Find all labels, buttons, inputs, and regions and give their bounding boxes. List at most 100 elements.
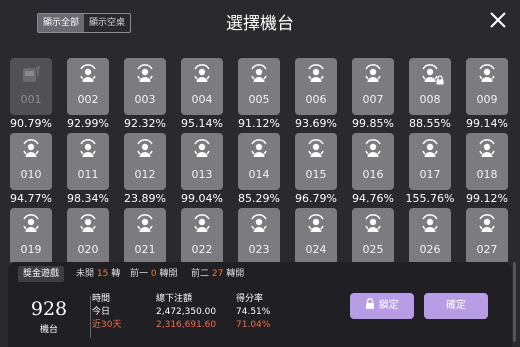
prev2-info: 前二 27 轉開 [191,266,244,282]
lock-button[interactable]: 鎖定 [350,293,414,319]
machine-card[interactable]: 018 [466,133,508,190]
machine-percent: 96.79% [295,192,337,205]
lock-button-label: 鎖定 [378,300,399,311]
machine-card[interactable]: 004 [181,58,223,115]
user-icon [251,139,267,157]
prev1-label: 前一 [130,269,149,279]
lock-icon [366,298,375,309]
machine-card[interactable]: 010 [10,133,52,190]
user-icon [365,64,381,82]
machine-percent: 99.14% [466,117,508,130]
machine-number: 027 [476,243,498,256]
info-panel: 獎金遊戲 未開 15 轉 前一 0 轉開 前二 27 轉開 928 機台 時間 … [8,262,512,347]
machine-card[interactable]: 019 [10,208,52,265]
machine-card[interactable]: 014 [238,133,280,190]
user-icon [308,64,324,82]
machine-card[interactable]: 023 [238,208,280,265]
machine-card[interactable]: 008 [409,58,451,115]
user-icon [251,214,267,232]
unopened-info: 未開 15 轉 [76,266,120,282]
machine-card[interactable]: 009 [466,58,508,115]
confirm-button[interactable]: 確定 [424,293,488,319]
machine-percent: 92.99% [67,117,109,130]
top-bar: 顯示全部 顯示空桌 選擇機台 [0,0,520,44]
col-time: 時間 今日 近30天 [92,293,121,332]
user-icon [194,214,210,232]
machine-number: 020 [77,243,99,256]
prev1-info: 前一 0 轉開 [130,266,178,282]
machine-number: 006 [305,93,327,106]
machine-number: 003 [134,93,156,106]
machine-card[interactable]: 022 [181,208,223,265]
machine-number: 022 [191,243,213,256]
prev2-value: 27 [211,269,224,279]
machine-number: 015 [305,168,327,181]
machine-card[interactable]: 005 [238,58,280,115]
col-time-header: 時間 [92,294,111,304]
today-total: 2,472,350.00 [156,307,217,317]
close-icon[interactable] [488,10,508,30]
user-icon [365,139,381,157]
machine-card[interactable]: 012 [124,133,166,190]
prev1-value: 0 [150,269,157,279]
machine-number: 004 [191,93,213,106]
d30-rate: 71.04% [236,320,271,330]
divider [90,296,91,338]
machine-card[interactable]: 011 [67,133,109,190]
machine-card[interactable]: 024 [295,208,337,265]
scrollbar[interactable] [513,262,516,342]
machine-card[interactable]: 026 [409,208,451,265]
user-icon [80,139,96,157]
machine-card[interactable]: 027 [466,208,508,265]
machine-number: 012 [134,168,156,181]
user-icon [137,214,153,232]
machine-number: 007 [362,93,384,106]
machine-number: 023 [248,243,270,256]
machine-card[interactable]: 013 [181,133,223,190]
machine-card[interactable]: 020 [67,208,109,265]
machine-card[interactable]: 003 [124,58,166,115]
machine-percent: 85.29% [238,192,280,205]
col-total-header: 總下注額 [156,294,193,304]
tab-bonus-game[interactable]: 獎金遊戲 [18,266,65,282]
user-icon [422,139,438,157]
user-icon [23,214,39,232]
machine-percent: 99.85% [352,117,394,130]
machine-card[interactable]: 015 [295,133,337,190]
row-today-label: 今日 [92,307,111,317]
prev2-unit: 轉開 [226,269,245,279]
machine-card[interactable]: 002 [67,58,109,115]
user-icon [479,64,495,82]
machine-card: 001 [10,58,52,115]
machine-card[interactable]: 007 [352,58,394,115]
user-icon [251,64,267,82]
machine-percent: 88.55% [409,117,451,130]
d30-total: 2,316,691.60 [156,320,217,330]
machine-card[interactable]: 021 [124,208,166,265]
page-title: 選擇機台 [226,14,294,34]
machine-card[interactable]: 025 [352,208,394,265]
unopened-unit: 轉 [111,269,121,279]
machine-percent: 90.79% [10,117,52,130]
machine-card[interactable]: 006 [295,58,337,115]
machine-number: 018 [476,168,498,181]
machine-percent: 93.69% [295,117,337,130]
machine-number: 014 [248,168,270,181]
machine-card[interactable]: 016 [352,133,394,190]
unopened-value: 15 [96,269,109,279]
machine-number: 002 [77,93,99,106]
today-rate: 74.51% [236,307,271,317]
row-30d-label: 近30天 [92,320,122,330]
user-icon [80,214,96,232]
machine-percent: 98.34% [67,192,109,205]
machine-percent: 99.04% [181,192,223,205]
machine-card[interactable]: 017 [409,133,451,190]
machine-number: 013 [191,168,213,181]
user-icon [80,64,96,82]
user-icon [365,214,381,232]
user-icon [422,214,438,232]
machine-number: 021 [134,243,156,256]
user-icon [137,139,153,157]
machine-percent: 94.77% [10,192,52,205]
machine-percent: 95.14% [181,117,223,130]
